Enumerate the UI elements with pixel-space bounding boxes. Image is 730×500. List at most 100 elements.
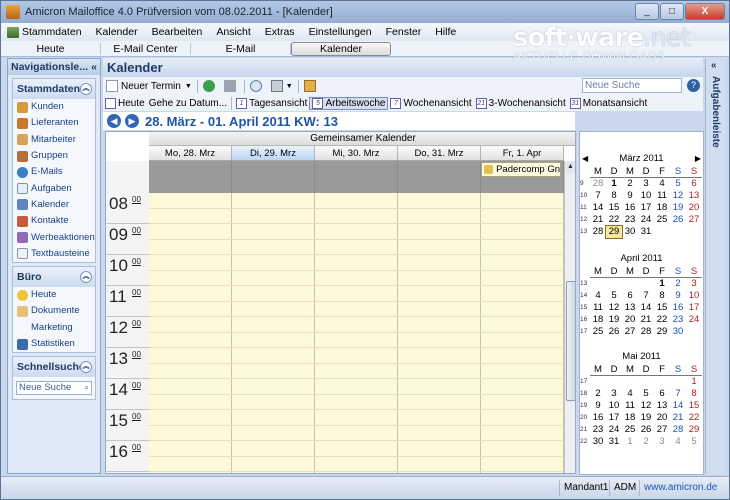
- mini-day[interactable]: 26: [638, 424, 654, 436]
- mini-day[interactable]: 23: [622, 214, 638, 226]
- delete-button[interactable]: [221, 80, 242, 92]
- mini-day[interactable]: 10: [606, 400, 622, 412]
- nav-item-werbeaktionen[interactable]: Werbeaktionen: [13, 229, 95, 245]
- mini-day[interactable]: 7: [670, 388, 686, 400]
- nav-item-lieferanten[interactable]: Lieferanten: [13, 115, 95, 131]
- mini-day[interactable]: 23: [590, 424, 606, 436]
- nav-item-gruppen[interactable]: Gruppen: [13, 148, 95, 164]
- mini-day[interactable]: 15: [686, 400, 702, 412]
- mini-day[interactable]: 20: [622, 314, 638, 326]
- mini-day[interactable]: 18: [654, 202, 670, 214]
- goto-date-button[interactable]: Gehe zu Datum...: [147, 98, 229, 109]
- scrollbar-thumb[interactable]: [566, 281, 575, 401]
- mini-day[interactable]: 29: [654, 326, 670, 338]
- mini-day[interactable]: 6: [686, 178, 702, 190]
- mini-day[interactable]: 27: [686, 214, 702, 226]
- mini-day[interactable]: 7: [590, 190, 606, 202]
- mini-day[interactable]: 1: [654, 278, 670, 290]
- mini-day[interactable]: 29: [605, 225, 623, 239]
- mini-day[interactable]: 6: [654, 388, 670, 400]
- week-view-button[interactable]: 7 Wochenansicht: [388, 97, 473, 109]
- mini-day[interactable]: 21: [590, 214, 606, 226]
- collapse-nav-icon[interactable]: «: [91, 59, 97, 75]
- mini-day[interactable]: 31: [638, 226, 654, 238]
- vertical-scrollbar[interactable]: ▲: [564, 161, 575, 473]
- mini-day[interactable]: 29: [686, 424, 702, 436]
- mini-day[interactable]: 25: [622, 424, 638, 436]
- mini-day[interactable]: 11: [622, 400, 638, 412]
- day-header[interactable]: Fr, 1. Apr: [481, 146, 564, 161]
- mini-day[interactable]: 1: [606, 178, 622, 190]
- mini-day[interactable]: 18: [622, 412, 638, 424]
- mini-day[interactable]: 22: [686, 412, 702, 424]
- mini-day[interactable]: 5: [606, 290, 622, 302]
- next-month-icon[interactable]: ▶: [695, 152, 701, 166]
- day-header[interactable]: Di, 29. Mrz: [232, 146, 315, 161]
- menu-hilfe[interactable]: Hilfe: [428, 26, 463, 38]
- menu-bearbeiten[interactable]: Bearbeiten: [145, 26, 210, 38]
- all-day-slot[interactable]: [315, 161, 398, 193]
- group-schnellsuche-header[interactable]: Schnellsuche ︽: [13, 357, 95, 378]
- mini-day[interactable]: 21: [638, 314, 654, 326]
- day-header[interactable]: Mi, 30. Mrz: [315, 146, 398, 161]
- three-week-view-button[interactable]: 21 3-Wochenansicht: [474, 97, 568, 109]
- mini-day[interactable]: 11: [590, 302, 606, 314]
- menu-fenster[interactable]: Fenster: [379, 26, 429, 38]
- nav-item-statistiken[interactable]: Statistiken: [13, 336, 95, 352]
- mini-day[interactable]: 14: [670, 400, 686, 412]
- nav-item-mitarbeiter[interactable]: Mitarbeiter: [13, 132, 95, 148]
- mini-day[interactable]: 5: [686, 436, 702, 448]
- day-header[interactable]: Mo, 28. Mrz: [149, 146, 232, 161]
- mini-day[interactable]: 17: [606, 412, 622, 424]
- new-appointment-button[interactable]: Neuer Termin ▼: [103, 80, 195, 92]
- collapse-group-icon[interactable]: ︽: [80, 361, 92, 374]
- refresh-button[interactable]: [200, 80, 221, 92]
- nav-item-kunden[interactable]: Kunden: [13, 99, 95, 115]
- previous-week-button[interactable]: ◀: [107, 114, 121, 128]
- day-column[interactable]: [232, 193, 315, 473]
- day-column[interactable]: [398, 193, 481, 473]
- nav-item-heute[interactable]: Heute: [13, 287, 95, 303]
- mini-day[interactable]: 4: [670, 436, 686, 448]
- mini-day[interactable]: 5: [670, 178, 686, 190]
- prev-month-icon[interactable]: ◀: [582, 152, 588, 166]
- mini-day[interactable]: 1: [622, 436, 638, 448]
- scroll-up-icon[interactable]: ▲: [565, 161, 575, 173]
- mini-day[interactable]: 18: [590, 314, 606, 326]
- nav-item-kontakte[interactable]: Kontakte: [13, 213, 95, 229]
- mini-day[interactable]: 28: [590, 178, 606, 190]
- tab-email-center[interactable]: E-Mail Center: [101, 42, 191, 55]
- day-header[interactable]: Do, 31. Mrz: [398, 146, 481, 161]
- search-button[interactable]: [247, 80, 268, 92]
- collapse-group-icon[interactable]: ︽: [80, 270, 92, 283]
- day-column[interactable]: [481, 193, 564, 473]
- mini-day[interactable]: 1: [686, 376, 702, 388]
- mini-day[interactable]: 16: [590, 412, 606, 424]
- mini-day[interactable]: 19: [670, 202, 686, 214]
- mini-day[interactable]: 2: [670, 278, 686, 290]
- mini-day[interactable]: 21: [670, 412, 686, 424]
- close-button[interactable]: X: [685, 3, 725, 20]
- maximize-button[interactable]: □: [660, 3, 684, 20]
- mini-day[interactable]: 24: [686, 314, 702, 326]
- task-bar[interactable]: « Aufgabenleiste: [705, 58, 725, 474]
- mini-day[interactable]: 26: [670, 214, 686, 226]
- mini-day[interactable]: 20: [686, 202, 702, 214]
- mini-day[interactable]: 2: [590, 388, 606, 400]
- mini-day[interactable]: 7: [638, 290, 654, 302]
- mini-day[interactable]: 12: [670, 190, 686, 202]
- workweek-view-button[interactable]: 5 Arbeitswoche: [309, 96, 389, 110]
- mini-day[interactable]: 16: [670, 302, 686, 314]
- mini-day[interactable]: 30: [670, 326, 686, 338]
- mini-day[interactable]: 14: [590, 202, 606, 214]
- mini-day[interactable]: 13: [686, 190, 702, 202]
- mini-day[interactable]: 16: [622, 202, 638, 214]
- tab-email[interactable]: E-Mail: [191, 42, 291, 55]
- tab-kalender[interactable]: Kalender: [291, 41, 391, 56]
- mini-day[interactable]: 12: [638, 400, 654, 412]
- mini-day[interactable]: 25: [654, 214, 670, 226]
- mini-day[interactable]: 3: [606, 388, 622, 400]
- search-icon[interactable]: ⌕: [85, 382, 89, 394]
- day-column[interactable]: [149, 193, 232, 473]
- minimize-button[interactable]: _: [635, 3, 659, 20]
